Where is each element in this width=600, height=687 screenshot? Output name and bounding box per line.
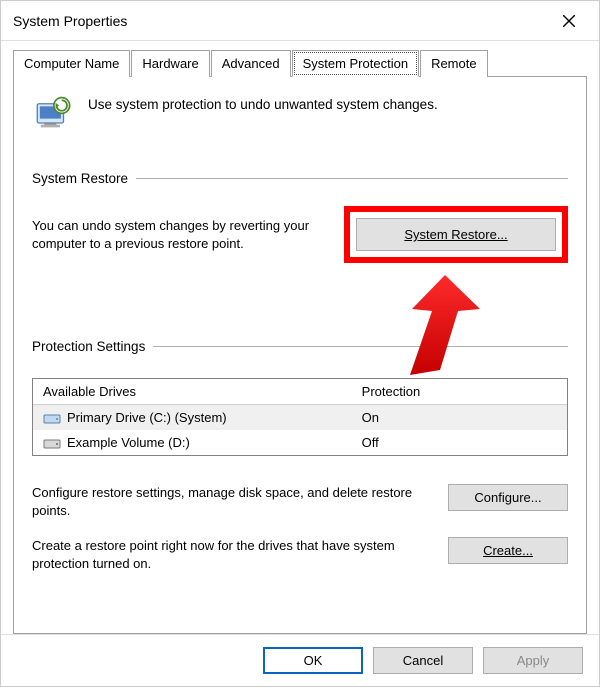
col-header-drives: Available Drives xyxy=(43,384,362,399)
drive-name: Example Volume (D:) xyxy=(67,435,190,450)
highlight-annotation: System Restore... xyxy=(344,206,568,263)
drives-table: Available Drives Protection Primary Driv… xyxy=(32,378,568,456)
tab-system-protection[interactable]: System Protection xyxy=(292,50,420,77)
drive-status: Off xyxy=(362,435,557,450)
protection-heading-label: Protection Settings xyxy=(32,339,145,354)
configure-row: Configure restore settings, manage disk … xyxy=(32,484,568,519)
configure-description: Configure restore settings, manage disk … xyxy=(32,484,434,519)
dialog-footer: OK Cancel Apply xyxy=(1,634,599,686)
tab-advanced[interactable]: Advanced xyxy=(211,50,291,77)
tab-remote[interactable]: Remote xyxy=(420,50,488,77)
create-description: Create a restore point right now for the… xyxy=(32,537,434,572)
restore-heading-label: System Restore xyxy=(32,171,128,186)
intro-text: Use system protection to undo unwanted s… xyxy=(88,95,438,112)
section-heading-protection: Protection Settings xyxy=(32,339,568,354)
close-icon[interactable] xyxy=(551,3,587,39)
restore-description: You can undo system changes by reverting… xyxy=(32,217,330,252)
restore-row: You can undo system changes by reverting… xyxy=(32,206,568,263)
tab-hardware[interactable]: Hardware xyxy=(131,50,209,77)
window-title: System Properties xyxy=(13,13,551,29)
create-button[interactable]: Create... xyxy=(448,537,568,564)
create-row: Create a restore point right now for the… xyxy=(32,537,568,572)
ok-button[interactable]: OK xyxy=(263,647,363,674)
drive-name: Primary Drive (C:) (System) xyxy=(67,410,227,425)
drive-icon xyxy=(43,411,61,425)
divider xyxy=(153,346,568,347)
section-heading-restore: System Restore xyxy=(32,171,568,186)
table-row[interactable]: Example Volume (D:) Off xyxy=(33,430,567,455)
content-area: Computer Name Hardware Advanced System P… xyxy=(1,41,599,634)
apply-button[interactable]: Apply xyxy=(483,647,583,674)
drive-icon xyxy=(43,436,61,450)
divider xyxy=(136,178,568,179)
col-header-protection: Protection xyxy=(362,384,557,399)
tabstrip: Computer Name Hardware Advanced System P… xyxy=(13,49,587,77)
tab-computer-name[interactable]: Computer Name xyxy=(13,50,130,77)
drives-header: Available Drives Protection xyxy=(33,379,567,405)
cancel-button[interactable]: Cancel xyxy=(373,647,473,674)
monitor-restore-icon xyxy=(32,95,74,137)
table-row[interactable]: Primary Drive (C:) (System) On xyxy=(33,405,567,430)
system-restore-button[interactable]: System Restore... xyxy=(356,218,556,251)
intro-row: Use system protection to undo unwanted s… xyxy=(32,95,568,137)
configure-button[interactable]: Configure... xyxy=(448,484,568,511)
titlebar: System Properties xyxy=(1,1,599,41)
tabpanel-system-protection: Use system protection to undo unwanted s… xyxy=(13,77,587,634)
system-properties-window: System Properties Computer Name Hardware… xyxy=(0,0,600,687)
drive-status: On xyxy=(362,410,557,425)
